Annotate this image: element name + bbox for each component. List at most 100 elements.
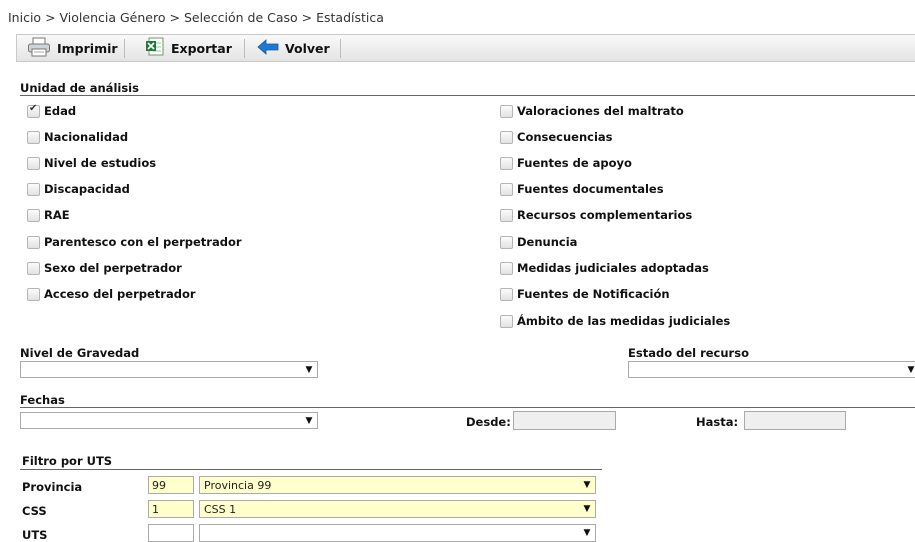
- checkbox-consecuencias[interactable]: Consecuencias: [500, 130, 613, 144]
- checkbox-sexo-perpetrador[interactable]: Sexo del perpetrador: [27, 261, 182, 275]
- checkbox-box[interactable]: [27, 130, 40, 144]
- checkbox-box[interactable]: [27, 182, 40, 196]
- checkbox-label: Parentesco con el perpetrador: [44, 235, 242, 249]
- breadcrumb-seleccion[interactable]: Selección de Caso: [184, 10, 298, 25]
- estado-label: Estado del recurso: [628, 346, 749, 360]
- breadcrumb-separator: >: [301, 10, 313, 25]
- checkbox-label: Medidas judiciales adoptadas: [517, 261, 709, 275]
- css-code: 1: [152, 503, 159, 516]
- checkbox-box[interactable]: [500, 208, 513, 222]
- chevron-down-icon: ▼: [907, 364, 915, 375]
- breadcrumb-current: Estadística: [316, 10, 384, 25]
- hasta-input[interactable]: [744, 411, 846, 430]
- checkbox-medidas-judiciales[interactable]: Medidas judiciales adoptadas: [500, 261, 709, 275]
- checkbox-denuncia[interactable]: Denuncia: [500, 235, 577, 249]
- breadcrumb-separator: >: [45, 10, 56, 25]
- chevron-down-icon: ▼: [583, 504, 591, 514]
- breadcrumb-home[interactable]: Inicio: [8, 10, 41, 25]
- provincia-label: Provincia: [22, 480, 83, 494]
- toolbar-divider: [244, 39, 245, 58]
- checkbox-edad[interactable]: Edad: [27, 103, 77, 118]
- checkbox-box[interactable]: [27, 103, 40, 118]
- uts-label: UTS: [22, 528, 48, 542]
- checkbox-box[interactable]: [500, 130, 513, 144]
- checkbox-label: Fuentes documentales: [517, 182, 664, 196]
- checkbox-label: Fuentes de Notificación: [517, 287, 670, 301]
- checkbox-box[interactable]: [500, 182, 513, 196]
- desde-input[interactable]: [513, 411, 616, 430]
- export-label: Exportar: [171, 40, 232, 56]
- checkbox-label: Nivel de estudios: [44, 156, 157, 170]
- checkbox-label: Sexo del perpetrador: [44, 261, 182, 275]
- checkbox-label: Denuncia: [517, 235, 578, 249]
- checkbox-box[interactable]: [27, 208, 40, 222]
- checkbox-nivel-estudios[interactable]: Nivel de estudios: [27, 156, 156, 170]
- print-label: Imprimir: [57, 40, 118, 56]
- checkbox-fuentes-documentales[interactable]: Fuentes documentales: [500, 182, 664, 196]
- gravedad-label: Nivel de Gravedad: [20, 346, 140, 360]
- uts-select[interactable]: ▼: [199, 524, 596, 542]
- checkbox-box[interactable]: [27, 287, 40, 301]
- checkbox-box[interactable]: [500, 261, 513, 275]
- checkbox-label: Nacionalidad: [44, 130, 129, 144]
- breadcrumb: Inicio > Violencia Género > Selección de…: [8, 10, 384, 25]
- checkbox-rae[interactable]: RAE: [27, 208, 70, 222]
- css-value: CSS 1: [204, 502, 237, 516]
- toolbar-divider: [124, 39, 125, 58]
- fechas-select[interactable]: ▼: [20, 412, 318, 429]
- checkbox-ambito-medidas[interactable]: Ámbito de las medidas judiciales: [500, 314, 730, 328]
- css-select[interactable]: CSS 1 ▼: [199, 500, 596, 518]
- checkbox-acceso-perpetrador[interactable]: Acceso del perpetrador: [27, 287, 196, 301]
- checkbox-fuentes-apoyo[interactable]: Fuentes de apoyo: [500, 156, 632, 170]
- checkbox-box[interactable]: [500, 287, 513, 301]
- hasta-value: [745, 417, 748, 430]
- desde-label: Desde:: [466, 415, 511, 429]
- checkbox-box[interactable]: [27, 156, 40, 170]
- checkbox-discapacidad[interactable]: Discapacidad: [27, 182, 130, 196]
- uts-filter-title: Filtro por UTS: [22, 454, 113, 468]
- checkbox-nacionalidad[interactable]: Nacionalidad: [27, 130, 128, 144]
- checkbox-label: Ámbito de las medidas judiciales: [517, 314, 731, 328]
- gravedad-select[interactable]: ▼: [20, 361, 318, 378]
- section-divider: [20, 95, 915, 96]
- unidad-title: Unidad de análisis: [20, 81, 139, 95]
- breadcrumb-violencia[interactable]: Violencia Género: [60, 10, 166, 25]
- checkbox-box[interactable]: [500, 156, 513, 170]
- back-label: Volver: [285, 40, 330, 56]
- toolbar: Imprimir Exportar Volver: [16, 34, 915, 62]
- checkbox-valoraciones[interactable]: Valoraciones del maltrato: [500, 104, 684, 118]
- hasta-label: Hasta:: [696, 415, 739, 429]
- checkbox-label: Discapacidad: [44, 182, 130, 196]
- chevron-down-icon: ▼: [305, 415, 313, 426]
- checkbox-box[interactable]: [500, 314, 513, 328]
- toolbar-divider: [340, 39, 341, 58]
- printer-icon: [27, 37, 51, 60]
- provincia-value: Provincia 99: [204, 478, 272, 492]
- provincia-code: 99: [152, 479, 166, 492]
- export-button[interactable]: Exportar: [145, 35, 232, 61]
- checkbox-label: Edad: [44, 104, 77, 118]
- checkbox-label: Fuentes de apoyo: [517, 156, 632, 170]
- fechas-title: Fechas: [20, 393, 65, 407]
- checkbox-label: Consecuencias: [517, 130, 613, 144]
- checkbox-label: Acceso del perpetrador: [44, 287, 196, 301]
- checkbox-label: Valoraciones del maltrato: [517, 104, 684, 118]
- checkbox-box[interactable]: [27, 235, 40, 249]
- chevron-down-icon: ▼: [305, 364, 313, 375]
- uts-code-input[interactable]: [148, 524, 194, 542]
- checkbox-parentesco[interactable]: Parentesco con el perpetrador: [27, 235, 242, 249]
- provincia-code-input[interactable]: 99: [148, 476, 194, 494]
- checkbox-box[interactable]: [27, 261, 40, 275]
- back-button[interactable]: Volver: [257, 35, 330, 61]
- checkbox-box[interactable]: [500, 235, 513, 249]
- provincia-select[interactable]: Provincia 99 ▼: [199, 476, 596, 494]
- checkbox-box[interactable]: [500, 104, 513, 118]
- checkbox-label: RAE: [44, 208, 70, 222]
- checkbox-recursos[interactable]: Recursos complementarios: [500, 208, 692, 222]
- estado-select[interactable]: ▼: [628, 361, 915, 378]
- css-code-input[interactable]: 1: [148, 500, 194, 518]
- checkbox-label: Recursos complementarios: [517, 208, 693, 222]
- checkbox-fuentes-notificacion[interactable]: Fuentes de Notificación: [500, 287, 670, 301]
- css-label: CSS: [22, 504, 47, 518]
- print-button[interactable]: Imprimir: [27, 35, 118, 61]
